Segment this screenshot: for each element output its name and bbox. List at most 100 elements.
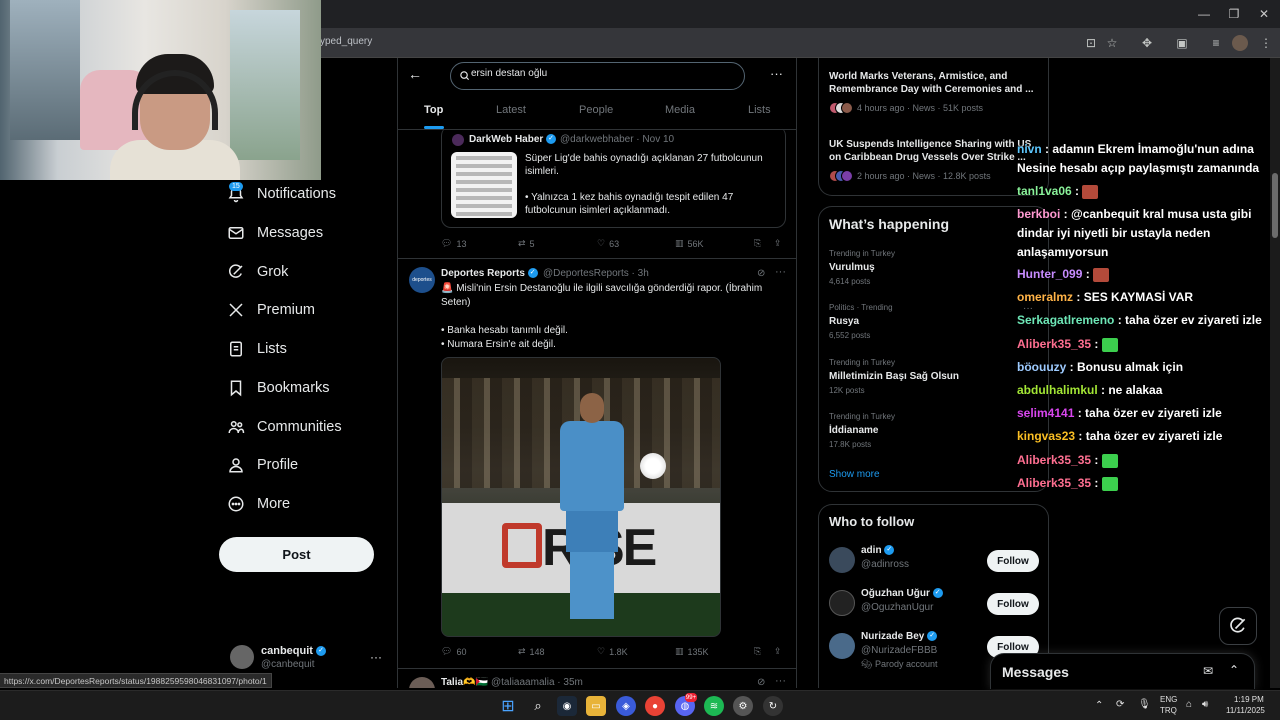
install-app-icon[interactable]: ⊡ — [1083, 35, 1099, 51]
follow-suggestion[interactable]: adin ✓ @adinross Follow — [829, 545, 1044, 585]
search-box[interactable] — [450, 62, 745, 90]
file-explorer-icon[interactable]: ▭ — [586, 696, 606, 716]
nav-item-more[interactable]: More — [226, 491, 290, 517]
app-icon[interactable]: ◈ — [616, 696, 636, 716]
chat-text: : SES KAYMASİ VAR — [1073, 290, 1194, 304]
tweet-avatar[interactable] — [409, 677, 435, 688]
tweet-more-icon[interactable]: ··· — [775, 266, 786, 278]
parody-label: 🎭︎ Parody account — [861, 659, 938, 670]
tweet-more-icon[interactable]: ··· — [775, 675, 786, 687]
split-view-icon[interactable]: ▣ — [1174, 35, 1190, 51]
network-icon[interactable]: ⌂ — [1186, 699, 1192, 710]
input-language[interactable]: ENG — [1160, 695, 1177, 704]
repost-button[interactable]: ⇄ 148 — [518, 646, 545, 657]
clock-time[interactable]: 1:19 PM — [1234, 695, 1264, 704]
trend-posts: 17.8K posts — [829, 440, 872, 449]
tweet[interactable]: deportes Deportes Reports ✓ @DeportesRep… — [398, 258, 796, 668]
close-window-button[interactable]: ✕ — [1252, 4, 1276, 24]
account-more-icon[interactable]: ··· — [370, 650, 382, 664]
nav-item-grok[interactable]: Grok — [226, 259, 288, 285]
chrome-icon[interactable]: ● — [645, 696, 665, 716]
bookmark-tweet-icon[interactable]: ⎘ — [754, 646, 761, 657]
trend-name[interactable]: Rusya — [829, 316, 859, 327]
share-icon[interactable]: ⇪ — [774, 646, 782, 657]
bookmark-star-icon[interactable]: ☆ — [1104, 35, 1120, 51]
news-title[interactable]: UK Suspends Intelligence Sharing with US… — [829, 138, 1039, 164]
grok-explain-icon[interactable]: ⊘ — [757, 677, 765, 688]
chat-emote-icon — [1101, 476, 1118, 491]
views-button[interactable]: ▥ 56K — [675, 238, 704, 249]
nav-item-profile[interactable]: Profile — [226, 452, 298, 478]
nav-item-lists[interactable]: Lists — [226, 336, 287, 362]
windows-start-icon[interactable]: ⊞ — [498, 696, 518, 716]
suggestion-name-text: Nurizade Bey — [861, 631, 925, 642]
repost-button[interactable]: ⇄ 5 — [518, 238, 535, 249]
follow-button[interactable]: Follow — [987, 550, 1039, 572]
quoted-tweet-image[interactable] — [451, 152, 517, 218]
microphone-icon[interactable]: 🎙︎ — [1138, 699, 1151, 710]
back-arrow-icon[interactable]: ← — [408, 66, 422, 82]
keyboard-layout[interactable]: TRQ — [1160, 706, 1177, 715]
suggestion-avatar — [829, 590, 855, 616]
tab-latest[interactable]: Latest — [496, 104, 526, 116]
post-button[interactable]: Post — [219, 537, 374, 572]
tray-app-icon[interactable]: ⟳ — [1116, 699, 1124, 710]
tweet-photo[interactable]: RISE — [441, 357, 721, 637]
trend-posts: 6,552 posts — [829, 331, 871, 340]
search-taskbar-icon[interactable]: ⌕ — [528, 696, 548, 716]
like-button[interactable]: ♡ 1.8K — [597, 646, 628, 657]
tweet-avatar[interactable]: deportes — [409, 267, 435, 293]
follow-suggestion[interactable]: Oğuzhan Uğur ✓ @OguzhanUgur Follow — [829, 588, 1044, 628]
page-scrollbar[interactable] — [1270, 58, 1280, 688]
tweet-author-name[interactable]: Deportes Reports ✓ — [441, 268, 538, 279]
show-more-link[interactable]: Show more — [829, 469, 880, 480]
minimize-button[interactable]: — — [1192, 4, 1216, 24]
search-input[interactable] — [471, 68, 731, 79]
scrollbar-thumb[interactable] — [1272, 173, 1278, 238]
nav-item-communities[interactable]: Communities — [226, 414, 342, 440]
grok-floating-button[interactable] — [1219, 607, 1257, 645]
nav-item-messages[interactable]: Messages — [226, 220, 323, 246]
tweet-author-name[interactable]: Talia🫶🇵🇸 — [441, 677, 488, 688]
profile-avatar-icon[interactable] — [1232, 35, 1248, 51]
trend-name[interactable]: Vurulmuş — [829, 262, 875, 273]
tweet[interactable]: Talia🫶🇵🇸 @taliaaamalia · 35m ⊘ ··· — [398, 668, 796, 688]
media-control-icon[interactable]: ≡ — [1208, 35, 1224, 51]
expand-drawer-icon[interactable]: ⌃ — [1229, 663, 1239, 677]
nav-item-bookmarks[interactable]: Bookmarks — [226, 375, 330, 401]
reply-button[interactable]: 💬︎ 13 — [441, 238, 466, 249]
volume-icon[interactable]: 🔊︎ — [1202, 699, 1208, 710]
search-more-icon[interactable]: ··· — [770, 66, 783, 81]
clock-date[interactable]: 11/11/2025 — [1226, 706, 1265, 715]
grok-explain-icon[interactable]: ⊘ — [757, 268, 765, 279]
spotify-icon[interactable]: ≋ — [704, 696, 724, 716]
trend-name[interactable]: İddianame — [829, 425, 878, 436]
tab-lists[interactable]: Lists — [748, 104, 771, 116]
new-message-icon[interactable]: ✉︎ — [1203, 664, 1213, 678]
news-title[interactable]: World Marks Veterans, Armistice, and Rem… — [829, 70, 1039, 96]
browser-menu-icon[interactable]: ⋮ — [1258, 35, 1274, 51]
settings-gear-icon[interactable]: ⚙ — [733, 696, 753, 716]
tab-top[interactable]: Top — [424, 104, 443, 116]
extensions-icon[interactable]: ✥ — [1139, 35, 1155, 51]
chat-message: böouuzy : Bonusu almak için — [1017, 358, 1277, 377]
follow-button[interactable]: Follow — [987, 593, 1039, 615]
tray-chevron-icon[interactable]: ⌃ — [1095, 700, 1103, 711]
nav-item-premium[interactable]: Premium — [226, 297, 315, 323]
messages-drawer[interactable]: Messages ✉︎ ⌃ — [990, 653, 1255, 689]
like-button[interactable]: ♡ 63 — [597, 238, 619, 249]
account-switcher[interactable]: canbequit ✓ @canbequit ··· — [230, 642, 390, 676]
bookmark-tweet-icon[interactable]: ⎘ — [754, 238, 761, 249]
maximize-button[interactable]: ❐ — [1222, 4, 1246, 24]
tab-media[interactable]: Media — [665, 104, 695, 116]
chat-message: selim4141 : taha özer ev ziyareti izle — [1017, 404, 1277, 423]
share-icon[interactable]: ⇪ — [774, 238, 782, 249]
reply-button[interactable]: 💬︎ 60 — [441, 646, 466, 657]
quoted-tweet-card[interactable]: DarkWeb Haber ✓ @darkwebhaber · Nov 10 S… — [441, 126, 786, 228]
steam-icon[interactable]: ◉ — [557, 696, 577, 716]
app-icon-2[interactable]: ↻ — [763, 696, 783, 716]
trend-name[interactable]: Milletimizin Başı Sağ Olsun — [829, 371, 959, 382]
tab-people[interactable]: People — [579, 104, 613, 116]
url-text[interactable]: yped_query — [320, 36, 372, 47]
views-button[interactable]: ▥ 135K — [675, 646, 709, 657]
